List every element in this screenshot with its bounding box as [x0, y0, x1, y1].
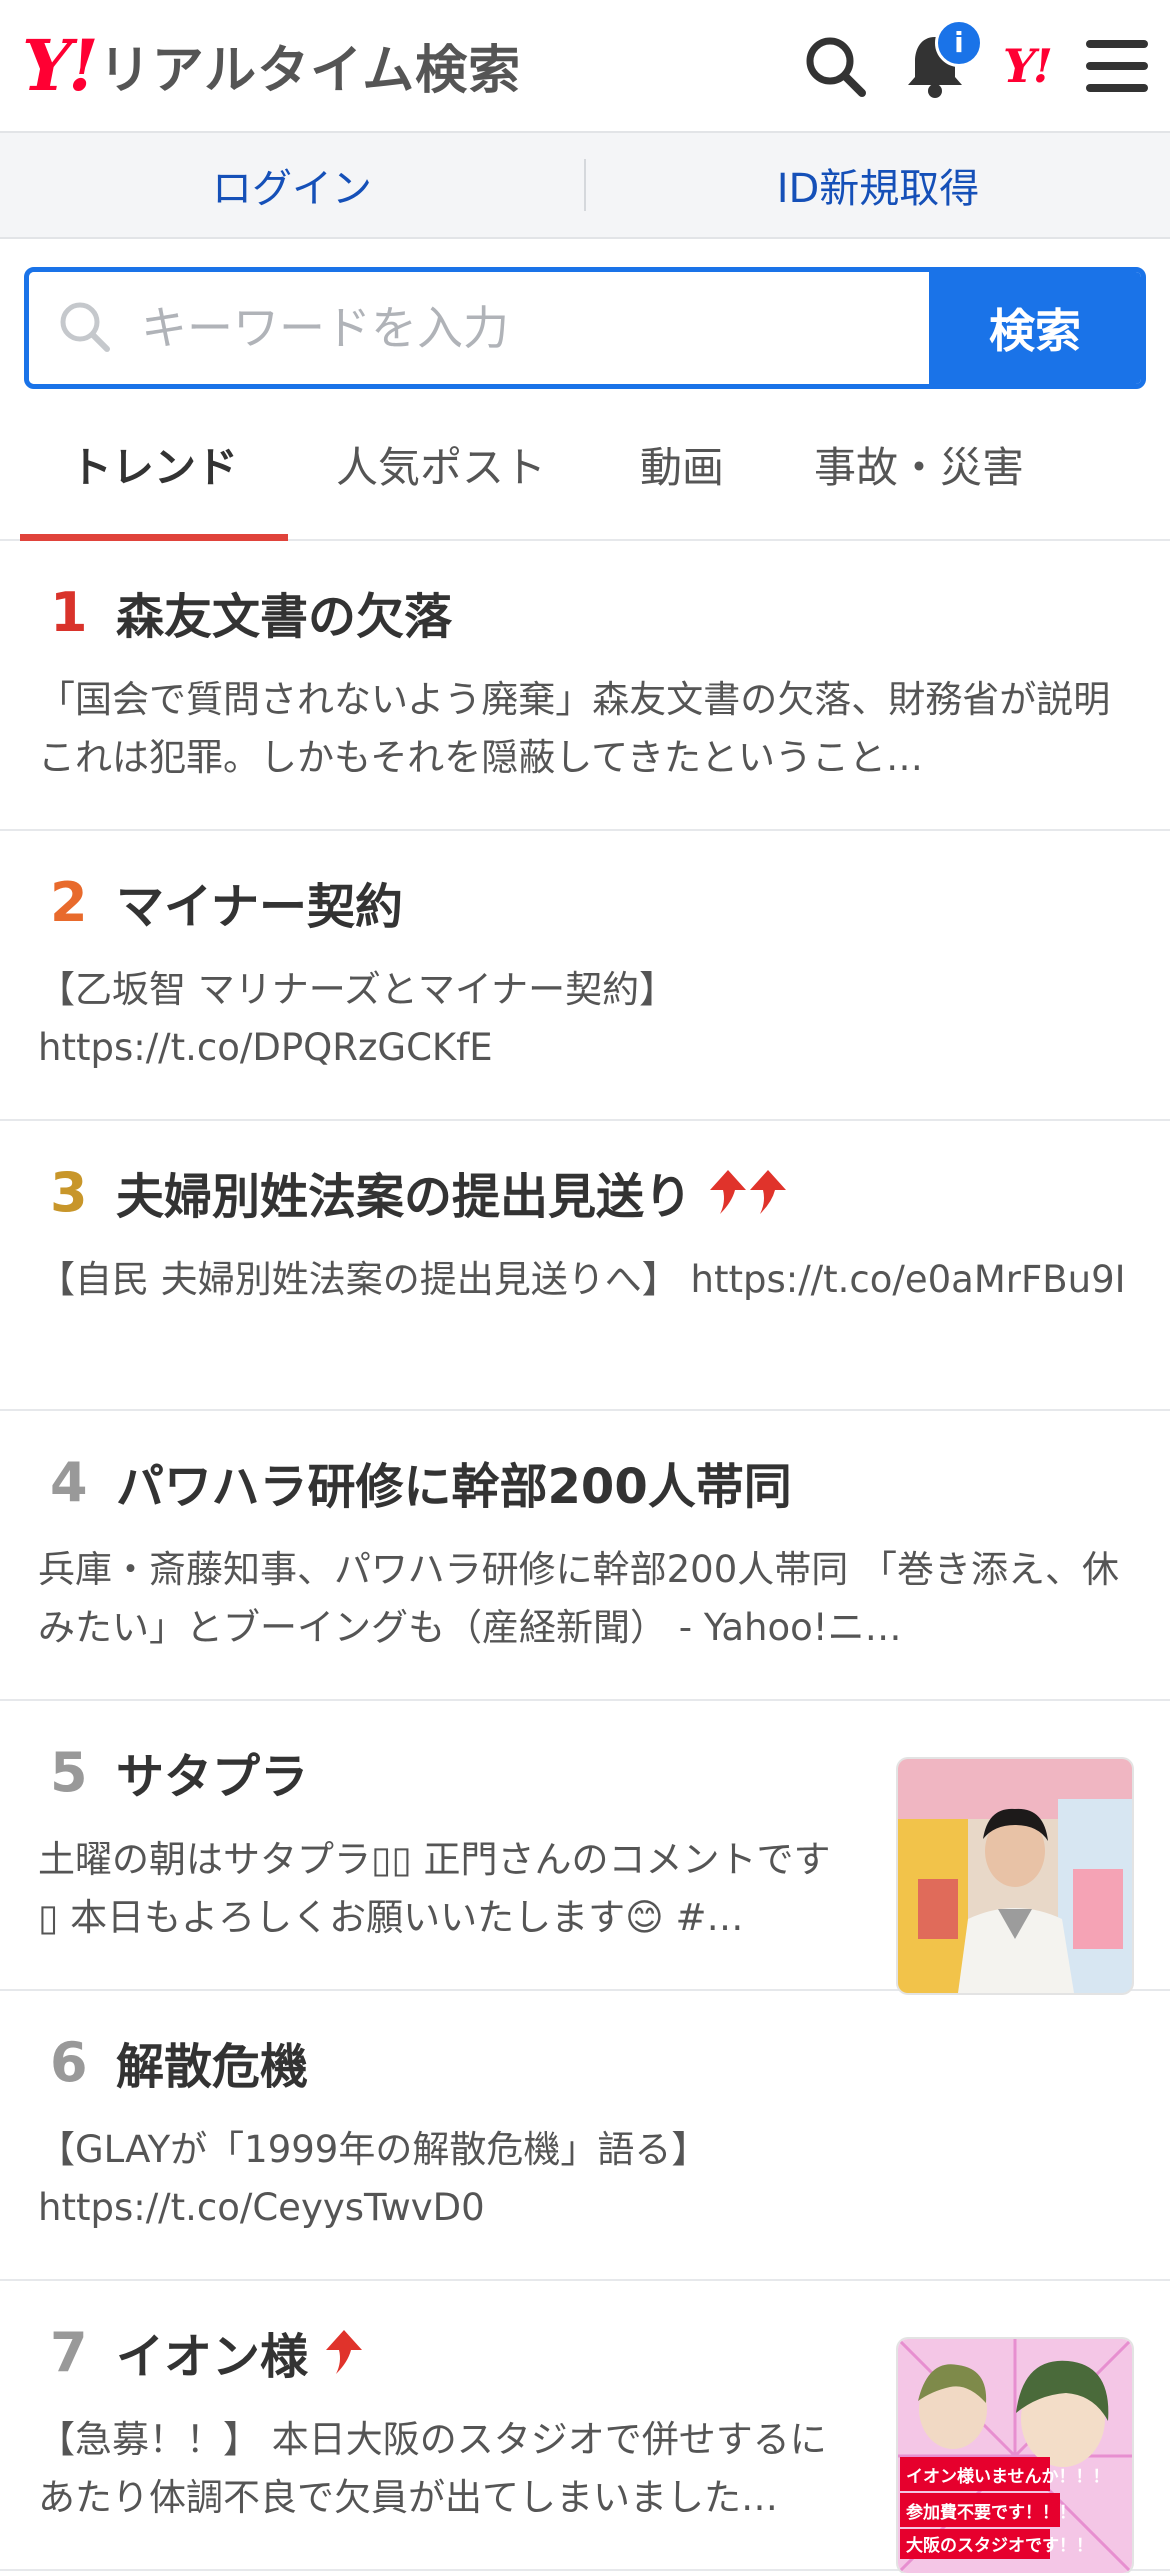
rising-arrows	[324, 2328, 364, 2376]
search-row: 検索	[0, 239, 1170, 389]
tab-accidents-disasters[interactable]: 事故・災害	[770, 389, 1068, 539]
rank-number: 6	[50, 2030, 88, 2094]
rank-number: 1	[50, 580, 88, 644]
category-tabs: トレンド 人気ポスト 動画 事故・災害	[0, 389, 1170, 541]
yahoo-japan-mark: Y!	[1002, 38, 1053, 93]
trend-snippet: 土曜の朝はサタプラ▯▯ 正門さんのコメントです▯ 本日もよろしくお願いいたします…	[38, 1838, 831, 1939]
app-title: リアルタイム検索	[98, 41, 522, 101]
notification-bell-icon[interactable]: i	[903, 18, 983, 99]
search-icon[interactable]	[803, 34, 867, 98]
trend-item-6[interactable]: 6 解散危機 【GLAYが「1999年の解散危機」語る】 https://t.c…	[0, 1991, 1170, 2281]
trend-item-3[interactable]: 3 夫婦別姓法案の提出見送り 【自民 夫婦別姓法案の提出見送りへ】 https:…	[0, 1121, 1170, 1411]
thumb-caption-line: 参加費不要です！！！	[906, 2502, 1076, 2523]
trend-list: 1 森友文書の欠落 「国会で質問されないよう廃棄」森友文書の欠落、財務省が説明 …	[0, 541, 1170, 2573]
search-button[interactable]: 検索	[929, 272, 1141, 384]
trend-title: イオン様	[116, 2329, 309, 2385]
trend-snippet: 兵庫・斎藤知事、パワハラ研修に幹部200人帯同 「巻き添え、休みたい」とブーイン…	[38, 1548, 1120, 1649]
login-link[interactable]: ログイン	[0, 133, 584, 237]
trend-snippet: 【GLAYが「1999年の解散危機」語る】 https://t.co/Ceyys…	[38, 2128, 709, 2229]
rank-number: 7	[50, 2320, 88, 2384]
rank-number: 4	[50, 1450, 88, 1514]
yahoo-realtime-logo[interactable]: Y! リアルタイム検索	[22, 28, 521, 103]
notification-badge: i	[934, 18, 983, 67]
search-input-wrap	[29, 272, 929, 384]
trend-snippet: 【自民 夫婦別姓法案の提出見送りへ】 https://t.co/e0aMrFBu…	[38, 1258, 1126, 1301]
trend-snippet: 【乙坂智 マリナーズとマイナー契約】 https://t.co/DPQRzGCK…	[38, 968, 677, 1069]
trend-item-7[interactable]: 7 イオン様 【急募！！】 本日大阪のスタジオで併せするにあたり体調不良で欠員が…	[0, 2281, 1170, 2573]
header-actions: i Y!	[803, 18, 1148, 99]
trend-title: 夫婦別姓法案の提出見送り	[116, 1169, 693, 1225]
trend-thumbnail[interactable]	[898, 1759, 1132, 1993]
trend-thumbnail[interactable]: イオン様いませんか！！！ 参加費不要です！！！ 大阪のスタジオです！！	[898, 2339, 1132, 2573]
trend-item-2[interactable]: 2 マイナー契約 【乙坂智 マリナーズとマイナー契約】 https://t.co…	[0, 831, 1170, 1121]
thumb-caption-line: イオン様いませんか！！！	[906, 2466, 1110, 2487]
trend-up-arrow-icon	[750, 1170, 787, 1214]
trend-title: 森友文書の欠落	[116, 589, 453, 645]
rank-number: 2	[50, 870, 88, 934]
signup-link[interactable]: ID新規取得	[586, 133, 1170, 237]
trend-up-arrow-icon	[710, 1170, 747, 1214]
rank-number: 5	[50, 1740, 88, 1804]
trend-title: パワハラ研修に幹部200人帯同	[116, 1459, 792, 1515]
trend-item-1[interactable]: 1 森友文書の欠落 「国会で質問されないよう廃棄」森友文書の欠落、財務省が説明 …	[0, 541, 1170, 831]
login-bar: ログイン ID新規取得	[0, 133, 1170, 239]
trend-up-arrow-icon	[326, 2330, 363, 2374]
tab-videos[interactable]: 動画	[594, 389, 770, 539]
yahoo-logo-mark: Y!	[22, 23, 99, 107]
trend-title: マイナー契約	[116, 879, 404, 935]
tab-trend[interactable]: トレンド	[20, 389, 288, 541]
trend-title: サタプラ	[116, 1749, 309, 1805]
thumb-caption-line: 大阪のスタジオです！！	[906, 2535, 1093, 2556]
trend-title: 解散危機	[116, 2039, 309, 2095]
search-box: 検索	[24, 267, 1146, 389]
rank-number: 3	[50, 1160, 88, 1224]
trend-snippet: 「国会で質問されないよう廃棄」森友文書の欠落、財務省が説明 これは犯罪。しかもそ…	[38, 678, 1111, 779]
trend-item-4[interactable]: 4 パワハラ研修に幹部200人帯同 兵庫・斎藤知事、パワハラ研修に幹部200人帯…	[0, 1411, 1170, 1701]
rising-arrows	[708, 1168, 788, 1216]
trend-snippet: 【急募！！】 本日大阪のスタジオで併せするにあたり体調不良で欠員が出てしまいまし…	[38, 2418, 827, 2519]
search-input[interactable]	[139, 300, 929, 356]
trend-item-5[interactable]: 5 サタプラ 土曜の朝はサタプラ▯▯ 正門さんのコメントです▯ 本日もよろしくお…	[0, 1701, 1170, 1993]
yahoo-japan-icon[interactable]: Y!	[1002, 38, 1053, 93]
app-header: Y! リアルタイム検索 i Y!	[0, 0, 1170, 133]
tab-popular-posts[interactable]: 人気ポスト	[288, 389, 594, 539]
hamburger-menu-icon[interactable]	[1086, 38, 1148, 94]
search-field-icon	[57, 299, 111, 357]
